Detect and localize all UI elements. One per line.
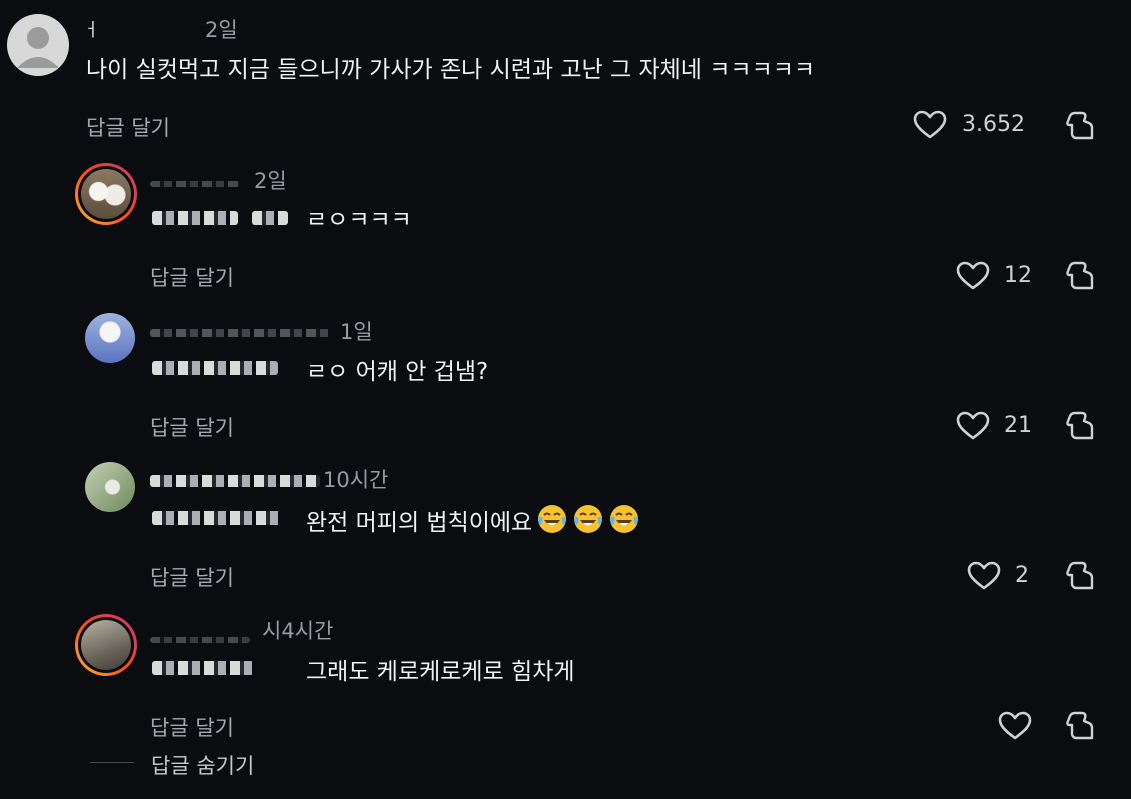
- avatar-story-ring[interactable]: [75, 614, 137, 676]
- reply-button[interactable]: 답글 달기: [150, 412, 234, 442]
- heart-outline-icon[interactable]: [998, 711, 1032, 741]
- hide-replies-button[interactable]: 답글 숨기기: [151, 750, 254, 780]
- commenter-name[interactable]: ㅓ: [83, 16, 101, 42]
- joy-emoji-icon: [610, 505, 639, 533]
- comment-time: 2일: [254, 169, 287, 193]
- heart-outline-icon[interactable]: [967, 561, 1001, 591]
- thumbs-down-icon[interactable]: [1064, 558, 1094, 592]
- mention-blurred[interactable]: [152, 210, 288, 229]
- reply-button[interactable]: 답글 달기: [150, 262, 234, 292]
- joy-emoji-icon: [538, 505, 567, 533]
- comment-time: 2일: [205, 18, 238, 42]
- comment-text: 완전 머피의 법칙이에요: [306, 503, 640, 537]
- thumbs-down-icon[interactable]: [1064, 408, 1094, 442]
- reply-button[interactable]: 답글 달기: [150, 562, 234, 592]
- reply-button[interactable]: 답글 달기: [86, 112, 170, 142]
- avatar-story-ring[interactable]: [75, 163, 137, 225]
- heart-outline-icon[interactable]: [956, 261, 990, 291]
- thumbs-down-icon[interactable]: [1064, 708, 1094, 742]
- commenter-name-blurred[interactable]: [150, 322, 330, 341]
- commenter-name-blurred[interactable]: [150, 472, 320, 491]
- hide-replies-divider: [90, 762, 134, 763]
- like-count: 21: [1004, 413, 1032, 438]
- joy-emoji-icon: [574, 505, 603, 533]
- heart-outline-icon[interactable]: [956, 411, 990, 441]
- like-count: 3.652: [962, 112, 1025, 137]
- avatar-photo[interactable]: [85, 313, 135, 363]
- thumbs-down-icon[interactable]: [1064, 108, 1094, 142]
- comment-text: ㄹㅇ 어캐 안 겁냄?: [306, 359, 489, 385]
- like-count: 12: [1004, 263, 1032, 288]
- comment-text: 그래도 케로케로케로 힘차게: [306, 659, 575, 685]
- user-placeholder-icon: [17, 27, 59, 68]
- like-count: 2: [1015, 563, 1029, 588]
- comment-text: ㄹㅇㅋㅋㅋ: [306, 207, 412, 233]
- thumbs-down-icon[interactable]: [1064, 258, 1094, 292]
- commenter-name-blurred[interactable]: [150, 628, 250, 647]
- comment-time: 시4시간: [262, 619, 334, 643]
- avatar-default[interactable]: [7, 14, 69, 76]
- comment-text-body: 완전 머피의 법칙이에요: [306, 510, 533, 536]
- mention-blurred[interactable]: [152, 660, 256, 679]
- heart-outline-icon[interactable]: [913, 110, 947, 140]
- avatar-photo[interactable]: [85, 462, 135, 512]
- comment-time: 1일: [340, 320, 373, 344]
- avatar-photo-dogs: [81, 169, 131, 219]
- reply-button[interactable]: 답글 달기: [150, 712, 234, 742]
- comment-time: 10시간: [323, 468, 389, 492]
- avatar-photo-room: [81, 620, 131, 670]
- comment-text: 나이 실컷먹고 지금 들으니까 가사가 존나 시련과 고난 그 자체네 ㅋㅋㅋㅋ…: [86, 57, 816, 83]
- commenter-name-blurred[interactable]: [150, 172, 240, 191]
- mention-blurred[interactable]: [152, 360, 278, 379]
- mention-blurred[interactable]: [152, 510, 282, 529]
